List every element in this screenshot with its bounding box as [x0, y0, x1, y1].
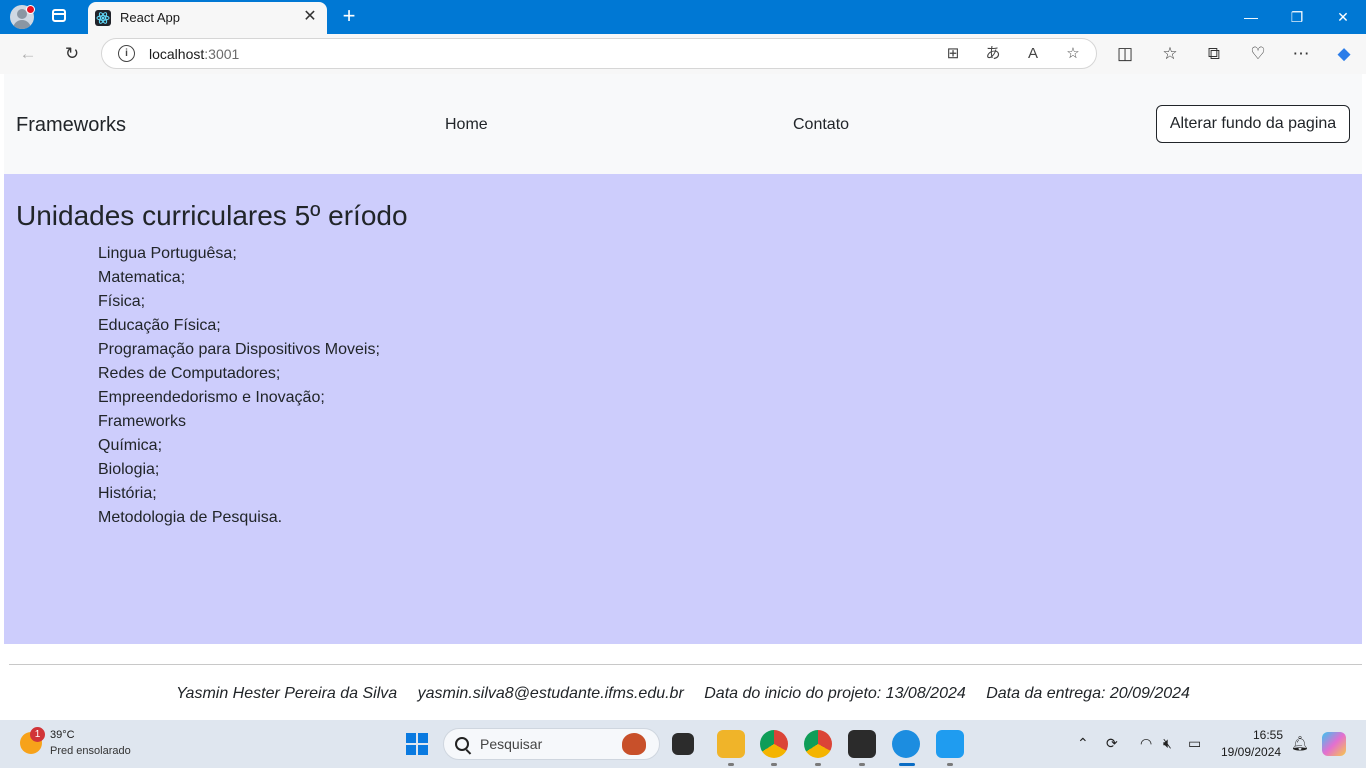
list-item: Educação Física;: [98, 317, 221, 334]
subjects-list: Lingua Portuguêsa; Matematica; Física; E…: [98, 242, 380, 530]
page-viewport: Frameworks Home Contato Alterar fundo da…: [4, 74, 1362, 716]
translate-icon[interactable]: あ: [983, 44, 1003, 64]
address-bar[interactable]: i localhost:3001 ⊞ あ A ☆: [101, 38, 1097, 69]
list-item: História;: [98, 485, 157, 502]
list-item: Matematica;: [98, 269, 186, 286]
browser-tab-strip: React App ✕ + — ❐ ✕: [0, 0, 1366, 34]
back-arrow-icon[interactable]: ←: [16, 42, 40, 66]
battery-icon[interactable]: ▭: [1188, 734, 1201, 752]
collections-icon[interactable]: ⧉: [1202, 42, 1226, 66]
navbar: Frameworks Home Contato Alterar fundo da…: [4, 74, 1362, 174]
running-indicator: [728, 763, 734, 766]
more-menu-icon[interactable]: ⋯: [1289, 42, 1313, 66]
running-indicator: [771, 763, 777, 766]
notification-bell-icon[interactable]: 🔔︎: [1291, 734, 1309, 752]
favorites-icon[interactable]: ☆: [1158, 42, 1182, 66]
browser-toolbar: ← ↻ i localhost:3001 ⊞ あ A ☆ ◫ ☆ ⧉ ♡ ⋯ ◆: [0, 34, 1366, 74]
list-item: Química;: [98, 437, 163, 454]
footer-start-date: Data do inicio do projeto: 13/08/2024: [704, 685, 966, 702]
change-background-button[interactable]: Alterar fundo da pagina: [1156, 105, 1350, 143]
navbar-brand[interactable]: Frameworks: [16, 114, 126, 137]
running-indicator: [947, 763, 953, 766]
search-placeholder: Pesquisar: [480, 736, 543, 752]
list-item: Lingua Portuguêsa;: [98, 245, 237, 262]
site-info-icon[interactable]: i: [118, 45, 135, 62]
app-available-icon[interactable]: ⊞: [943, 44, 963, 64]
active-tab[interactable]: React App ✕: [88, 2, 327, 34]
search-highlight-icon: [622, 733, 646, 755]
tab-close-icon[interactable]: ✕: [301, 8, 319, 26]
main-content: Unidades curriculares 5º eríodo Lingua P…: [4, 174, 1362, 644]
read-aloud-icon[interactable]: A: [1023, 44, 1043, 64]
copilot-taskbar-icon[interactable]: [1322, 732, 1346, 756]
sync-icon[interactable]: ⟳: [1106, 734, 1118, 752]
running-indicator: [815, 763, 821, 766]
url-port: :3001: [204, 46, 240, 62]
close-window-button[interactable]: ✕: [1320, 0, 1366, 34]
list-item: Física;: [98, 293, 146, 310]
windows-start-icon[interactable]: [406, 733, 428, 755]
footer: Yasmin Hester Pereira da Silva yasmin.si…: [4, 685, 1362, 703]
tab-actions-icon[interactable]: [52, 9, 66, 22]
copilot-icon[interactable]: ◆: [1332, 42, 1356, 66]
search-icon: [455, 737, 469, 751]
vscode-icon[interactable]: [936, 730, 964, 758]
running-indicator: [859, 763, 865, 766]
page-title: Unidades curriculares 5º eríodo: [16, 200, 408, 231]
list-item: Empreendedorismo e Inovação;: [98, 389, 325, 406]
tab-title: React App: [120, 10, 180, 25]
split-screen-icon[interactable]: ◫: [1113, 42, 1137, 66]
minimize-button[interactable]: —: [1228, 0, 1274, 34]
list-item: Programação para Dispositivos Moveis;: [98, 341, 380, 358]
weather-badge: 1: [30, 727, 45, 742]
active-indicator: [899, 763, 915, 766]
chrome-profile-icon[interactable]: [804, 730, 832, 758]
weather-description[interactable]: Pred ensolarado: [50, 745, 131, 757]
weather-temperature[interactable]: 39°C: [50, 729, 75, 741]
nav-link-home[interactable]: Home: [445, 116, 488, 134]
terminal-icon[interactable]: [848, 730, 876, 758]
list-item: Frameworks: [98, 413, 187, 430]
wifi-icon[interactable]: ◠: [1140, 734, 1152, 752]
restore-button[interactable]: ❐: [1274, 0, 1320, 34]
footer-author: Yasmin Hester Pereira da Silva: [176, 685, 398, 702]
react-favicon-icon: [95, 10, 111, 26]
chrome-icon[interactable]: [760, 730, 788, 758]
footer-divider: [9, 664, 1362, 665]
footer-delivery-date: Data da entrega: 20/09/2024: [986, 685, 1190, 702]
edge-icon[interactable]: [892, 730, 920, 758]
list-item: Metodologia de Pesquisa.: [98, 509, 283, 526]
url-text[interactable]: localhost:3001: [149, 46, 239, 62]
clock-time[interactable]: 16:55: [1253, 728, 1283, 742]
nav-link-contato[interactable]: Contato: [793, 116, 849, 134]
profile-notification-dot: [26, 5, 35, 14]
taskbar: 1 39°C Pred ensolarado Pesquisar ⌃ ⟳ ◠ 🔇…: [0, 720, 1366, 768]
taskbar-search-input[interactable]: Pesquisar: [443, 728, 660, 760]
browser-essentials-icon[interactable]: ♡: [1246, 42, 1270, 66]
clock-date[interactable]: 19/09/2024: [1221, 745, 1281, 759]
footer-email: yasmin.silva8@estudante.ifms.edu.br: [417, 685, 684, 702]
url-host: localhost: [149, 46, 205, 62]
show-hidden-icons-icon[interactable]: ⌃: [1077, 734, 1089, 752]
task-view-icon[interactable]: [672, 733, 694, 755]
file-explorer-icon[interactable]: [717, 730, 745, 758]
volume-muted-icon[interactable]: 🔇︎: [1163, 734, 1172, 752]
refresh-icon[interactable]: ↻: [60, 42, 84, 66]
favorite-star-icon[interactable]: ☆: [1063, 44, 1083, 64]
list-item: Redes de Computadores;: [98, 365, 281, 382]
list-item: Biologia;: [98, 461, 160, 478]
new-tab-icon[interactable]: +: [339, 5, 359, 27]
